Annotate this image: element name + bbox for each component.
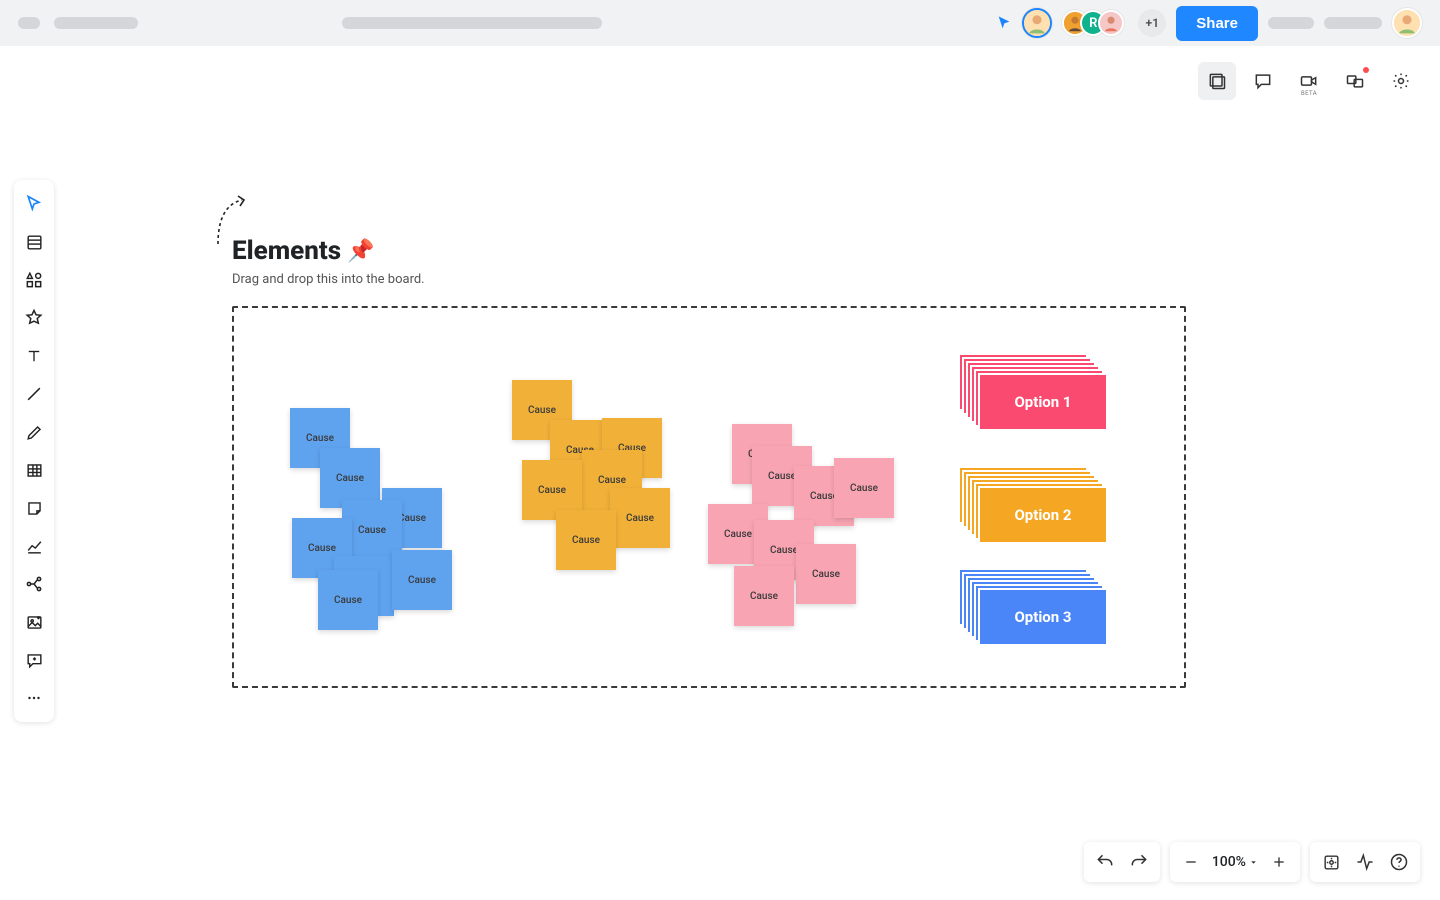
- settings-button[interactable]: [1382, 62, 1420, 100]
- stamp-tool[interactable]: [16, 300, 52, 336]
- current-user-avatar[interactable]: [1022, 8, 1052, 38]
- sticky-note[interactable]: Cause: [318, 570, 378, 630]
- sticky-note[interactable]: Cause: [610, 488, 670, 548]
- notification-dot-icon: [1363, 67, 1369, 73]
- map-button[interactable]: [1314, 845, 1348, 879]
- board-name-placeholder[interactable]: [54, 17, 138, 29]
- pin-emoji-icon: 📌: [347, 239, 374, 264]
- undo-button[interactable]: [1088, 845, 1122, 879]
- sticky-note[interactable]: Cause: [796, 544, 856, 604]
- option-card-stack[interactable]: Option 2: [958, 466, 1110, 538]
- line-tool[interactable]: [16, 376, 52, 412]
- more-tools-button[interactable]: [16, 680, 52, 716]
- section-subtitle: Drag and drop this into the board.: [232, 272, 425, 287]
- beta-badge: BETA: [1301, 90, 1317, 97]
- sticky-note[interactable]: Cause: [392, 550, 452, 610]
- bottom-toolbar: 100%: [1084, 842, 1420, 882]
- center-toolbar-placeholder: [342, 17, 602, 29]
- option-card-label: Option 1: [978, 373, 1108, 431]
- zoom-level-dropdown[interactable]: 100%: [1208, 854, 1262, 870]
- logo-placeholder[interactable]: [18, 17, 40, 29]
- right-action-panel: BETA: [1198, 62, 1420, 100]
- comment-panel-button[interactable]: [1244, 62, 1282, 100]
- zoom-level-text: 100%: [1212, 854, 1246, 870]
- profile-avatar[interactable]: [1392, 8, 1422, 38]
- top-extra-placeholder[interactable]: [1268, 17, 1314, 29]
- pen-tool[interactable]: [16, 414, 52, 450]
- image-tool[interactable]: [16, 604, 52, 640]
- utility-group: [1310, 842, 1420, 882]
- reactions-button[interactable]: [1336, 62, 1374, 100]
- text-tool[interactable]: [16, 338, 52, 374]
- mindmap-tool[interactable]: [16, 566, 52, 602]
- sticky-note-tool[interactable]: [16, 490, 52, 526]
- sticky-note[interactable]: Cause: [556, 510, 616, 570]
- top-bar: R +1 Share: [0, 0, 1440, 46]
- top-extra-placeholder[interactable]: [1324, 17, 1382, 29]
- chart-tool[interactable]: [16, 528, 52, 564]
- sticky-note[interactable]: Cause: [320, 448, 380, 508]
- option-card-stack[interactable]: Option 1: [958, 353, 1110, 425]
- shapes-tool[interactable]: [16, 262, 52, 298]
- sticky-note[interactable]: Cause: [734, 566, 794, 626]
- table-tool[interactable]: [16, 452, 52, 488]
- share-button[interactable]: Share: [1176, 6, 1258, 41]
- video-call-button[interactable]: BETA: [1290, 62, 1328, 100]
- top-bar-right: R +1 Share: [996, 6, 1422, 41]
- help-button[interactable]: [1382, 845, 1416, 879]
- activity-button[interactable]: [1348, 845, 1382, 879]
- collaborator-avatars[interactable]: R: [1062, 10, 1124, 36]
- zoom-out-button[interactable]: [1174, 845, 1208, 879]
- history-group: [1084, 842, 1160, 882]
- zoom-in-button[interactable]: [1262, 845, 1296, 879]
- chevron-down-icon: [1249, 858, 1258, 867]
- option-card-label: Option 3: [978, 588, 1108, 646]
- sticky-note[interactable]: Cause: [834, 458, 894, 518]
- select-tool[interactable]: [16, 186, 52, 222]
- notes-button[interactable]: [1198, 62, 1236, 100]
- section-header: Elements 📌 Drag and drop this into the b…: [232, 236, 425, 287]
- option-card-label: Option 2: [978, 486, 1108, 544]
- tool-toolbar: [14, 180, 54, 722]
- elements-frame[interactable]: CauseCauseCauseCauseCauseCauseCauseCause…: [232, 306, 1186, 688]
- decorative-arrow-icon: [214, 194, 254, 246]
- templates-tool[interactable]: [16, 224, 52, 260]
- canvas-area[interactable]: Elements 📌 Drag and drop this into the b…: [0, 46, 1440, 900]
- comment-tool[interactable]: [16, 642, 52, 678]
- collaborator-avatar[interactable]: [1098, 10, 1124, 36]
- collaborator-overflow-count[interactable]: +1: [1138, 9, 1166, 37]
- zoom-group: 100%: [1170, 842, 1300, 882]
- cursor-indicator-icon: [996, 15, 1012, 31]
- redo-button[interactable]: [1122, 845, 1156, 879]
- option-card-stack[interactable]: Option 3: [958, 568, 1110, 640]
- section-title: Elements 📌: [232, 236, 425, 266]
